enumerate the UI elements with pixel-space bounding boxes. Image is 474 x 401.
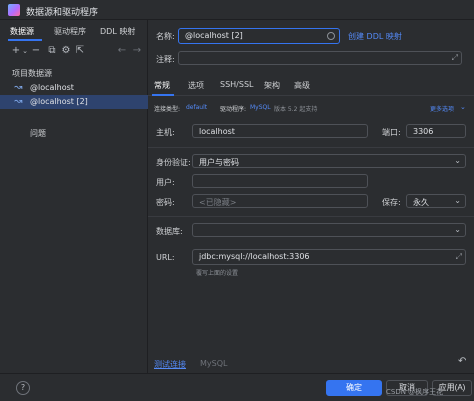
help-icon[interactable]: ? — [16, 381, 30, 395]
port-label: 端口: — [382, 128, 401, 137]
driver-version-note: 版本 5.2 起支持 — [274, 106, 318, 113]
database-label: 数据库: — [156, 227, 183, 236]
separator — [148, 147, 474, 148]
comment-input[interactable]: ⤢ — [178, 51, 462, 65]
password-input[interactable]: <已隐藏> — [192, 194, 368, 208]
project-data-sources-heading: 项目数据源 — [12, 69, 52, 78]
comment-label: 注释: — [156, 55, 175, 64]
password-label: 密码: — [156, 198, 175, 207]
forward-arrow-icon[interactable]: → — [131, 45, 143, 57]
driver-label: 驱动程序: — [220, 106, 247, 113]
chevron-down-icon: ⌄ — [454, 225, 461, 234]
left-tabs: 数据源 驱动程序 DDL 映射 — [0, 23, 148, 41]
save-label: 保存: — [382, 198, 401, 207]
authentication-label: 身份验证: — [156, 158, 191, 167]
test-connection-link[interactable]: 测试连接 — [154, 359, 186, 370]
more-options-link[interactable]: 更多选项 — [430, 104, 454, 113]
data-source-label: @localhost [2] — [30, 97, 88, 106]
driver-value[interactable]: MySQL — [250, 104, 271, 111]
test-driver-label: MySQL — [200, 359, 228, 368]
url-label: URL: — [156, 253, 175, 262]
left-toolbar: + ⌄ − ⧉ ⚙ ⇱ ← → — [0, 44, 148, 60]
separator — [148, 216, 474, 217]
export-icon[interactable]: ⇱ — [74, 45, 86, 57]
mysql-dolphin-icon: ↝ — [14, 96, 23, 107]
chevron-down-icon: ⌄ — [454, 156, 461, 165]
tab-options[interactable]: 选项 — [188, 80, 204, 91]
left-panel: 数据源 驱动程序 DDL 映射 + ⌄ − ⧉ ⚙ ⇱ ← → 项目数据源 ↝ … — [0, 20, 148, 380]
app-logo-icon — [8, 4, 20, 16]
host-label: 主机: — [156, 128, 175, 137]
tab-ssh-ssl[interactable]: SSH/SSL — [220, 80, 253, 89]
window-title: 数据源和驱动程序 — [26, 8, 99, 18]
reset-icon[interactable]: ↶ — [458, 356, 466, 367]
data-source-item-localhost-2[interactable]: ↝ @localhost [2] — [0, 95, 148, 109]
user-input[interactable] — [192, 174, 368, 188]
back-arrow-icon[interactable]: ← — [116, 45, 128, 57]
database-input[interactable]: ⌄ — [192, 223, 466, 237]
duplicate-icon[interactable]: ⧉ — [46, 45, 58, 57]
settings-icon[interactable]: ⚙ — [60, 45, 72, 57]
chevron-down-icon: ⌄ — [460, 103, 466, 111]
user-label: 用户: — [156, 178, 175, 187]
tab-general[interactable]: 常规 — [154, 80, 170, 91]
chevron-down-icon: ⌄ — [454, 196, 461, 205]
problems-item[interactable]: 问题 — [30, 128, 46, 139]
mysql-dolphin-icon: ↝ — [14, 82, 23, 93]
expand-icon[interactable]: ⤢ — [456, 252, 462, 262]
connection-type-value[interactable]: default — [186, 104, 207, 111]
watermark: CSDN @枫序王花 — [386, 388, 444, 396]
active-subtab-indicator — [152, 94, 174, 96]
tab-schemas[interactable]: 架构 — [264, 80, 280, 91]
data-source-item-localhost[interactable]: ↝ @localhost — [0, 81, 148, 95]
active-tab-indicator — [8, 39, 42, 41]
expand-icon[interactable]: ⤢ — [452, 53, 458, 63]
right-panel: 名称: @localhost [2] 创建 DDL 映射 注释: ⤢ 常规 选项… — [148, 20, 474, 380]
authentication-select[interactable]: 用户与密码 ⌄ — [192, 154, 466, 168]
url-input[interactable]: jdbc:mysql://localhost:3306 ⤢ — [192, 249, 466, 265]
url-override-hint: 覆写上面的设置 — [196, 270, 239, 277]
tab-data-sources[interactable]: 数据源 — [10, 26, 34, 37]
settings-tabs: 常规 选项 SSH/SSL 架构 高级 — [148, 76, 474, 96]
host-input[interactable]: localhost — [192, 124, 368, 138]
name-input[interactable]: @localhost [2] — [178, 28, 340, 44]
tab-advanced[interactable]: 高级 — [294, 80, 310, 91]
ok-button[interactable]: 确定 — [326, 380, 382, 396]
title-bar: 数据源和驱动程序 — [0, 0, 474, 20]
save-select[interactable]: 永久 ⌄ — [406, 194, 466, 208]
data-source-label: @localhost — [30, 83, 74, 92]
connection-type-label: 连接类型: — [154, 106, 181, 113]
create-ddl-mapping-link[interactable]: 创建 DDL 映射 — [348, 31, 402, 42]
name-label: 名称: — [156, 32, 175, 41]
tab-drivers[interactable]: 驱动程序 — [54, 26, 86, 37]
tab-ddl-mappings[interactable]: DDL 映射 — [100, 26, 135, 37]
color-picker-icon[interactable] — [327, 32, 335, 40]
dialog-footer: ? 确定 取消 应用(A) CSDN @枫序王花 — [0, 373, 474, 401]
remove-icon[interactable]: − — [30, 45, 42, 57]
port-input[interactable]: 3306 — [406, 124, 466, 138]
